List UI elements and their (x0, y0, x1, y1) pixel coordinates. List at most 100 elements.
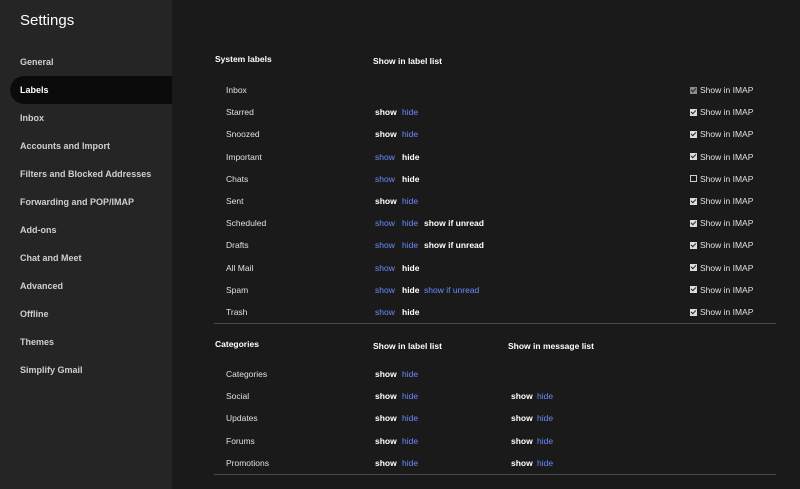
imap-checkbox[interactable] (690, 197, 697, 205)
hide-option: hide (402, 151, 420, 162)
show-in-imap-toggle[interactable]: Show in IMAP (690, 190, 753, 212)
page-title: Settings (20, 12, 75, 29)
label-row-trash: Trash show hide Show in IMAP (226, 301, 776, 323)
label-row-important: Important show hide Show in IMAP (226, 146, 776, 168)
show-in-imap-toggle[interactable]: Show in IMAP (690, 301, 753, 323)
show-option: show (375, 457, 397, 468)
show-option[interactable]: show (375, 212, 395, 234)
message-list-show-option: show (511, 457, 533, 468)
show-in-imap-toggle[interactable]: Show in IMAP (690, 146, 753, 168)
settings-sidebar: Settings General Labels Inbox Accounts and … (0, 0, 172, 489)
label-row-all-mail: All Mail show hide Show in IMAP (226, 257, 776, 279)
categories-message-list-column-header: Show in message list (508, 341, 594, 351)
label-row-scheduled: Scheduled show hide show if unread Show in I… (226, 212, 776, 234)
label-row-drafts: Drafts show hide show if unread Show in IMAP (226, 234, 776, 256)
show-option: show (375, 413, 397, 424)
imap-checkbox[interactable] (690, 108, 697, 116)
show-option: show (375, 107, 397, 118)
imap-checkbox[interactable] (690, 153, 697, 161)
show-in-imap-toggle[interactable]: Show in IMAP (690, 101, 753, 123)
hide-option[interactable]: hide (402, 123, 418, 145)
sidebar-item-advanced[interactable]: Advanced (10, 272, 172, 300)
imap-label: Show in IMAP (700, 218, 754, 229)
imap-label: Show in IMAP (700, 240, 754, 251)
sidebar-item-add-ons[interactable]: Add-ons (10, 216, 172, 244)
section-divider-bottom (214, 474, 776, 475)
label-name: Inbox (226, 85, 247, 95)
label-row-chats: Chats show hide Show in IMAP (226, 168, 776, 190)
show-in-imap-toggle: Show in IMAP (690, 79, 753, 101)
label-row-spam: Spam show hide show if unread Show in IMAP (226, 279, 776, 301)
imap-checkbox (690, 86, 697, 94)
show-if-unread-option: show if unread (424, 218, 484, 229)
imap-label: Show in IMAP (700, 151, 754, 162)
show-option[interactable]: show (375, 234, 395, 256)
imap-checkbox[interactable] (690, 219, 697, 227)
hide-option[interactable]: hide (402, 407, 418, 429)
sidebar-item-filters-and-blocked-addresses[interactable]: Filters and Blocked Addresses (10, 160, 172, 188)
hide-option[interactable]: hide (402, 363, 418, 385)
hide-option[interactable]: hide (402, 234, 418, 256)
imap-checkbox[interactable] (690, 175, 697, 183)
show-option[interactable]: show (375, 146, 395, 168)
label-row-starred: Starred show hide Show in IMAP (226, 101, 776, 123)
show-in-imap-toggle[interactable]: Show in IMAP (690, 234, 753, 256)
show-option[interactable]: show (375, 301, 395, 323)
sidebar-item-themes[interactable]: Themes (10, 328, 172, 356)
hide-option[interactable]: hide (402, 385, 418, 407)
show-option: show (375, 196, 397, 206)
sidebar-item-forwarding-and-pop-imap[interactable]: Forwarding and POP/IMAP (10, 188, 172, 216)
sidebar-item-simplify-gmail[interactable]: Simplify Gmail (10, 356, 172, 384)
imap-checkbox[interactable] (690, 308, 697, 316)
hide-option[interactable]: hide (402, 452, 418, 474)
category-row-forums: Forums show hide show hide (226, 430, 776, 452)
labels-settings-panel: System labels Show in label list Inbox Sh… (172, 0, 800, 489)
message-list-hide-option[interactable]: hide (537, 452, 553, 474)
show-in-imap-toggle[interactable]: Show in IMAP (690, 123, 753, 145)
message-list-hide-option[interactable]: hide (537, 407, 553, 429)
imap-label: Show in IMAP (700, 173, 754, 184)
label-name: Sent (226, 196, 244, 206)
category-row-updates: Updates show hide show hide (226, 407, 776, 429)
sidebar-item-general[interactable]: General (10, 48, 172, 76)
message-list-hide-option[interactable]: hide (537, 385, 553, 407)
hide-option: hide (402, 307, 420, 317)
label-name: Important (226, 151, 262, 162)
show-if-unread-option: show if unread (424, 240, 484, 251)
imap-checkbox[interactable] (690, 264, 697, 272)
hide-option[interactable]: hide (402, 101, 418, 123)
show-option[interactable]: show (375, 257, 395, 279)
imap-checkbox[interactable] (690, 130, 697, 138)
imap-checkbox[interactable] (690, 241, 697, 249)
show-option[interactable]: show (375, 279, 395, 301)
message-list-show-option: show (511, 391, 533, 402)
show-in-imap-toggle[interactable]: Show in IMAP (690, 257, 753, 279)
label-name: Snoozed (226, 129, 260, 140)
label-name: Starred (226, 107, 254, 118)
show-in-imap-toggle[interactable]: Show in IMAP (690, 212, 753, 234)
sidebar-item-accounts-and-import[interactable]: Accounts and Import (10, 132, 172, 160)
hide-option[interactable]: hide (402, 212, 418, 234)
sidebar-item-offline[interactable]: Offline (10, 300, 172, 328)
hide-option: hide (402, 284, 420, 295)
imap-label: Show in IMAP (700, 129, 754, 140)
hide-option[interactable]: hide (402, 430, 418, 452)
categories-header: Categories (215, 339, 259, 349)
sidebar-item-labels[interactable]: Labels (10, 76, 172, 104)
hide-option: hide (402, 173, 420, 184)
imap-label: Show in IMAP (700, 107, 754, 118)
imap-checkbox[interactable] (690, 286, 697, 294)
sidebar-item-chat-and-meet[interactable]: Chat and Meet (10, 244, 172, 272)
show-option[interactable]: show (375, 168, 395, 190)
show-option: show (375, 391, 397, 402)
show-option: show (375, 369, 397, 379)
show-in-imap-toggle[interactable]: Show in IMAP (690, 279, 753, 301)
hide-option[interactable]: hide (402, 190, 418, 212)
message-list-hide-option[interactable]: hide (537, 430, 553, 452)
show-option: show (375, 129, 397, 140)
settings-nav: General Labels Inbox Accounts and Import Fil… (10, 48, 172, 384)
show-if-unread-option[interactable]: show if unread (424, 279, 479, 301)
label-name: All Mail (226, 262, 254, 273)
sidebar-item-inbox[interactable]: Inbox (10, 104, 172, 132)
show-in-imap-toggle[interactable]: Show in IMAP (690, 168, 753, 190)
